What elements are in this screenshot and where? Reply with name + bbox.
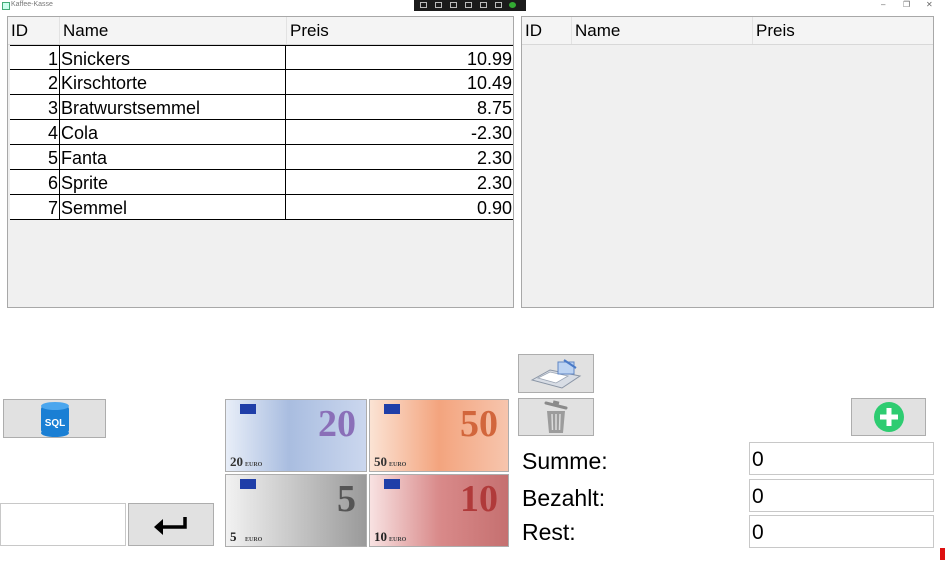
eu-flag-icon <box>384 404 400 414</box>
summe-field[interactable]: 0 <box>749 442 934 475</box>
table-row[interactable]: 5 Fanta 2.30 <box>10 145 513 170</box>
eu-flag-icon <box>240 404 256 414</box>
minimize-button[interactable]: – <box>881 0 885 9</box>
delete-button[interactable] <box>518 398 594 436</box>
table-row[interactable]: 6 Sprite 2.30 <box>10 170 513 195</box>
cell-name[interactable]: Sprite <box>60 170 286 194</box>
banknote-small-value: 5 <box>230 529 237 544</box>
column-header-id[interactable]: ID <box>522 17 572 44</box>
table-row[interactable]: 1 Snickers 10.99 <box>10 45 513 70</box>
banknote-currency: EURO <box>389 462 407 468</box>
window-icon[interactable] <box>450 2 457 8</box>
table-row[interactable]: 4 Cola -2.30 <box>10 120 513 145</box>
bezahlt-field[interactable]: 0 <box>749 479 934 512</box>
cell-price[interactable]: 10.99 <box>286 46 513 70</box>
cell-name[interactable]: Semmel <box>60 195 286 219</box>
cell-id[interactable]: 1 <box>10 46 60 70</box>
cell-name[interactable]: Cola <box>60 120 286 144</box>
close-button[interactable]: ✕ <box>926 0 933 9</box>
bezahlt-label: Bezahlt: <box>522 485 606 511</box>
banknote-small-value: 20 <box>230 454 243 469</box>
pause-icon[interactable] <box>495 2 502 8</box>
app-icon <box>2 2 10 10</box>
video-icon[interactable] <box>435 2 442 8</box>
cell-name[interactable]: Bratwurstsemmel <box>60 95 286 119</box>
sql-label: SQL <box>44 418 65 429</box>
cell-id[interactable]: 6 <box>10 170 60 194</box>
monitor-icon[interactable] <box>465 2 472 8</box>
column-header-name[interactable]: Name <box>60 17 287 44</box>
cell-id[interactable]: 7 <box>10 195 60 219</box>
trash-icon <box>544 400 568 433</box>
cell-id[interactable]: 2 <box>10 70 60 94</box>
banknote-small-value: 10 <box>374 529 387 544</box>
enter-button[interactable] <box>128 503 214 546</box>
table-row[interactable]: 2 Kirschtorte 10.49 <box>10 70 513 95</box>
cash-register-button[interactable] <box>518 354 594 393</box>
confirm-icon[interactable] <box>509 2 516 8</box>
capture-icon[interactable] <box>420 2 427 8</box>
restore-button[interactable]: ❐ <box>903 0 910 9</box>
summe-label: Summe: <box>522 448 608 474</box>
column-header-preis[interactable]: Preis <box>753 17 933 44</box>
banknote-value: 50 <box>460 403 498 445</box>
column-header-preis[interactable]: Preis <box>287 17 513 44</box>
banknote-value: 20 <box>318 403 356 445</box>
table-row[interactable]: 3 Bratwurstsemmel 8.75 <box>10 95 513 120</box>
region-icon[interactable] <box>480 2 487 8</box>
banknote-5-button[interactable]: 5 5 EURO <box>225 474 367 547</box>
cash-register-icon <box>530 358 582 389</box>
cart-grid[interactable]: ID Name Preis <box>521 16 934 308</box>
cell-id[interactable]: 4 <box>10 120 60 144</box>
sql-button[interactable]: SQL <box>3 399 106 438</box>
cell-price[interactable]: 0.90 <box>286 195 513 219</box>
cell-id[interactable]: 3 <box>10 95 60 119</box>
product-grid-header: ID Name Preis <box>8 17 513 45</box>
cell-name[interactable]: Fanta <box>60 145 286 169</box>
banknote-small-value: 50 <box>374 454 387 469</box>
table-row[interactable]: 7 Semmel 0.90 <box>10 195 513 220</box>
eu-flag-icon <box>240 479 256 489</box>
screen-capture-toolbar[interactable] <box>414 0 526 11</box>
banknote-50-button[interactable]: 50 50 EURO <box>369 399 509 472</box>
banknote-10-button[interactable]: 10 10 EURO <box>369 474 509 547</box>
banknote-currency: EURO <box>245 537 263 543</box>
product-rows: 1 Snickers 10.99 2 Kirschtorte 10.49 3 B… <box>10 45 513 220</box>
banknote-currency: EURO <box>389 537 407 543</box>
cell-price[interactable]: 2.30 <box>286 145 513 169</box>
banknote-currency: EURO <box>245 462 263 468</box>
cart-grid-header: ID Name Preis <box>522 17 933 45</box>
cell-price[interactable]: -2.30 <box>286 120 513 144</box>
cell-price[interactable]: 2.30 <box>286 170 513 194</box>
column-header-id[interactable]: ID <box>8 17 60 44</box>
amount-input[interactable] <box>0 503 126 546</box>
banknote-value: 5 <box>337 478 356 520</box>
cell-price[interactable]: 8.75 <box>286 95 513 119</box>
cell-name[interactable]: Kirschtorte <box>60 70 286 94</box>
column-header-name[interactable]: Name <box>572 17 753 44</box>
add-icon <box>873 402 904 432</box>
edge-marker <box>940 548 945 560</box>
title-bar: Kaffee-Kasse – ❐ ✕ <box>0 0 945 11</box>
cell-name[interactable]: Snickers <box>60 46 286 70</box>
enter-arrow-icon <box>154 516 187 535</box>
eu-flag-icon <box>384 479 400 489</box>
banknote-20-button[interactable]: 20 20 EURO <box>225 399 367 472</box>
banknote-value: 10 <box>460 478 498 520</box>
rest-field[interactable]: 0 <box>749 515 934 548</box>
add-button[interactable] <box>851 398 926 436</box>
cell-id[interactable]: 5 <box>10 145 60 169</box>
database-icon: SQL <box>40 401 69 437</box>
window-title: Kaffee-Kasse <box>11 1 53 8</box>
cell-price[interactable]: 10.49 <box>286 70 513 94</box>
rest-label: Rest: <box>522 519 576 545</box>
product-grid[interactable]: ID Name Preis 1 Snickers 10.99 2 Kirscht… <box>7 16 514 308</box>
